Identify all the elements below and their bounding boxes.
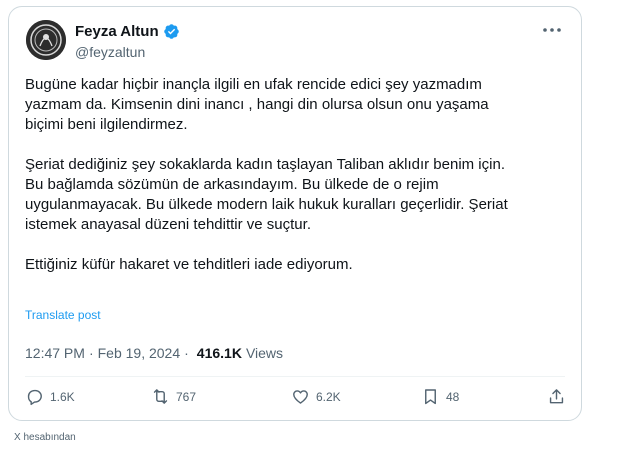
repost-count: 767 (176, 389, 197, 404)
avatar-image (26, 20, 66, 60)
tweet-paragraph: Ettiğiniz küfür hakaret ve tehditleri ia… (25, 256, 353, 273)
heart-icon (293, 390, 308, 404)
tweet-paragraph: Bugüne kadar hiçbir inançla ilgili en uf… (25, 76, 489, 133)
meta-separator: · (88, 345, 94, 361)
like-button[interactable]: 6.2K (291, 387, 341, 406)
tweet-card: Feyza Altun @feyzaltun Bugüne kadar hiçb… (8, 6, 582, 421)
reply-button[interactable]: 1.6K (25, 387, 75, 406)
views-label: Views (245, 345, 284, 361)
tweet-date[interactable]: Feb 19, 2024 (98, 345, 181, 361)
share-icon (549, 389, 564, 404)
tweet-time[interactable]: 12:47 PM (25, 345, 85, 361)
like-count: 6.2K (316, 389, 341, 404)
repost-icon (153, 389, 168, 404)
avatar[interactable] (26, 20, 66, 60)
verified-badge-icon (163, 24, 179, 39)
repost-button[interactable]: 767 (151, 387, 196, 406)
author-display-name[interactable]: Feyza Altun (75, 23, 159, 40)
tweet-text: Bugüne kadar hiçbir inançla ilgili en uf… (25, 75, 570, 275)
bookmark-count: 48 (446, 389, 460, 404)
reply-icon (27, 389, 42, 406)
views-count[interactable]: 416.1K (197, 345, 242, 361)
meta-separator: · (184, 345, 189, 361)
tweet-paragraph: Şeriat dediğiniz şey sokaklarda kadın ta… (25, 156, 508, 233)
bookmark-button[interactable]: 48 (421, 387, 459, 406)
more-options-icon[interactable] (541, 23, 563, 37)
action-bar: 1.6K 767 6.2K 48 (25, 387, 565, 411)
author-name-row: Feyza Altun (75, 23, 180, 40)
source-note: X hesabından (14, 432, 76, 443)
bookmark-icon (425, 389, 436, 405)
translate-post-link[interactable]: Translate post (25, 308, 101, 322)
author-handle[interactable]: @feyzaltun (75, 44, 145, 60)
reply-count: 1.6K (50, 389, 75, 404)
actions-divider (25, 376, 565, 377)
share-button[interactable] (547, 387, 566, 406)
tweet-meta: 12:47 PM · Feb 19, 2024 · 416.1K Views (25, 345, 283, 361)
